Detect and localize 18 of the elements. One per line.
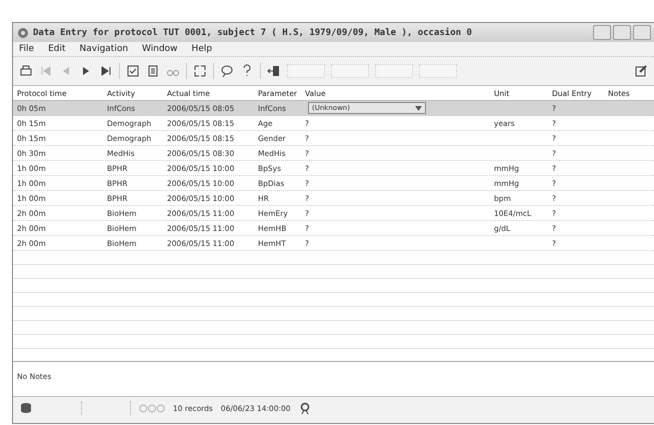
speech-bubble-icon[interactable] — [220, 64, 234, 78]
menu-item[interactable]: File — [19, 44, 34, 54]
caret-icon — [415, 106, 422, 110]
edit-icon[interactable] — [634, 64, 648, 78]
window-title: Data Entry for protocol TUT 0001, subject 7 ( H.S, 1979/09/09, Male ), occasion 0 — [33, 28, 473, 38]
checklist-icon[interactable] — [126, 64, 140, 78]
printer-icon[interactable] — [19, 64, 33, 78]
app-icon — [16, 26, 30, 40]
menu-item[interactable]: Window — [142, 44, 178, 54]
menu-item[interactable]: Navigation — [80, 44, 128, 54]
menu-item[interactable]: Help — [192, 44, 212, 54]
last-icon[interactable] — [99, 64, 113, 78]
database-icon — [19, 401, 33, 415]
expand-icon[interactable] — [193, 64, 207, 78]
document-icon[interactable] — [146, 64, 160, 78]
exit-door-icon[interactable] — [267, 64, 281, 78]
menu-item[interactable]: Edit — [48, 44, 66, 54]
circles-icon — [139, 404, 165, 412]
